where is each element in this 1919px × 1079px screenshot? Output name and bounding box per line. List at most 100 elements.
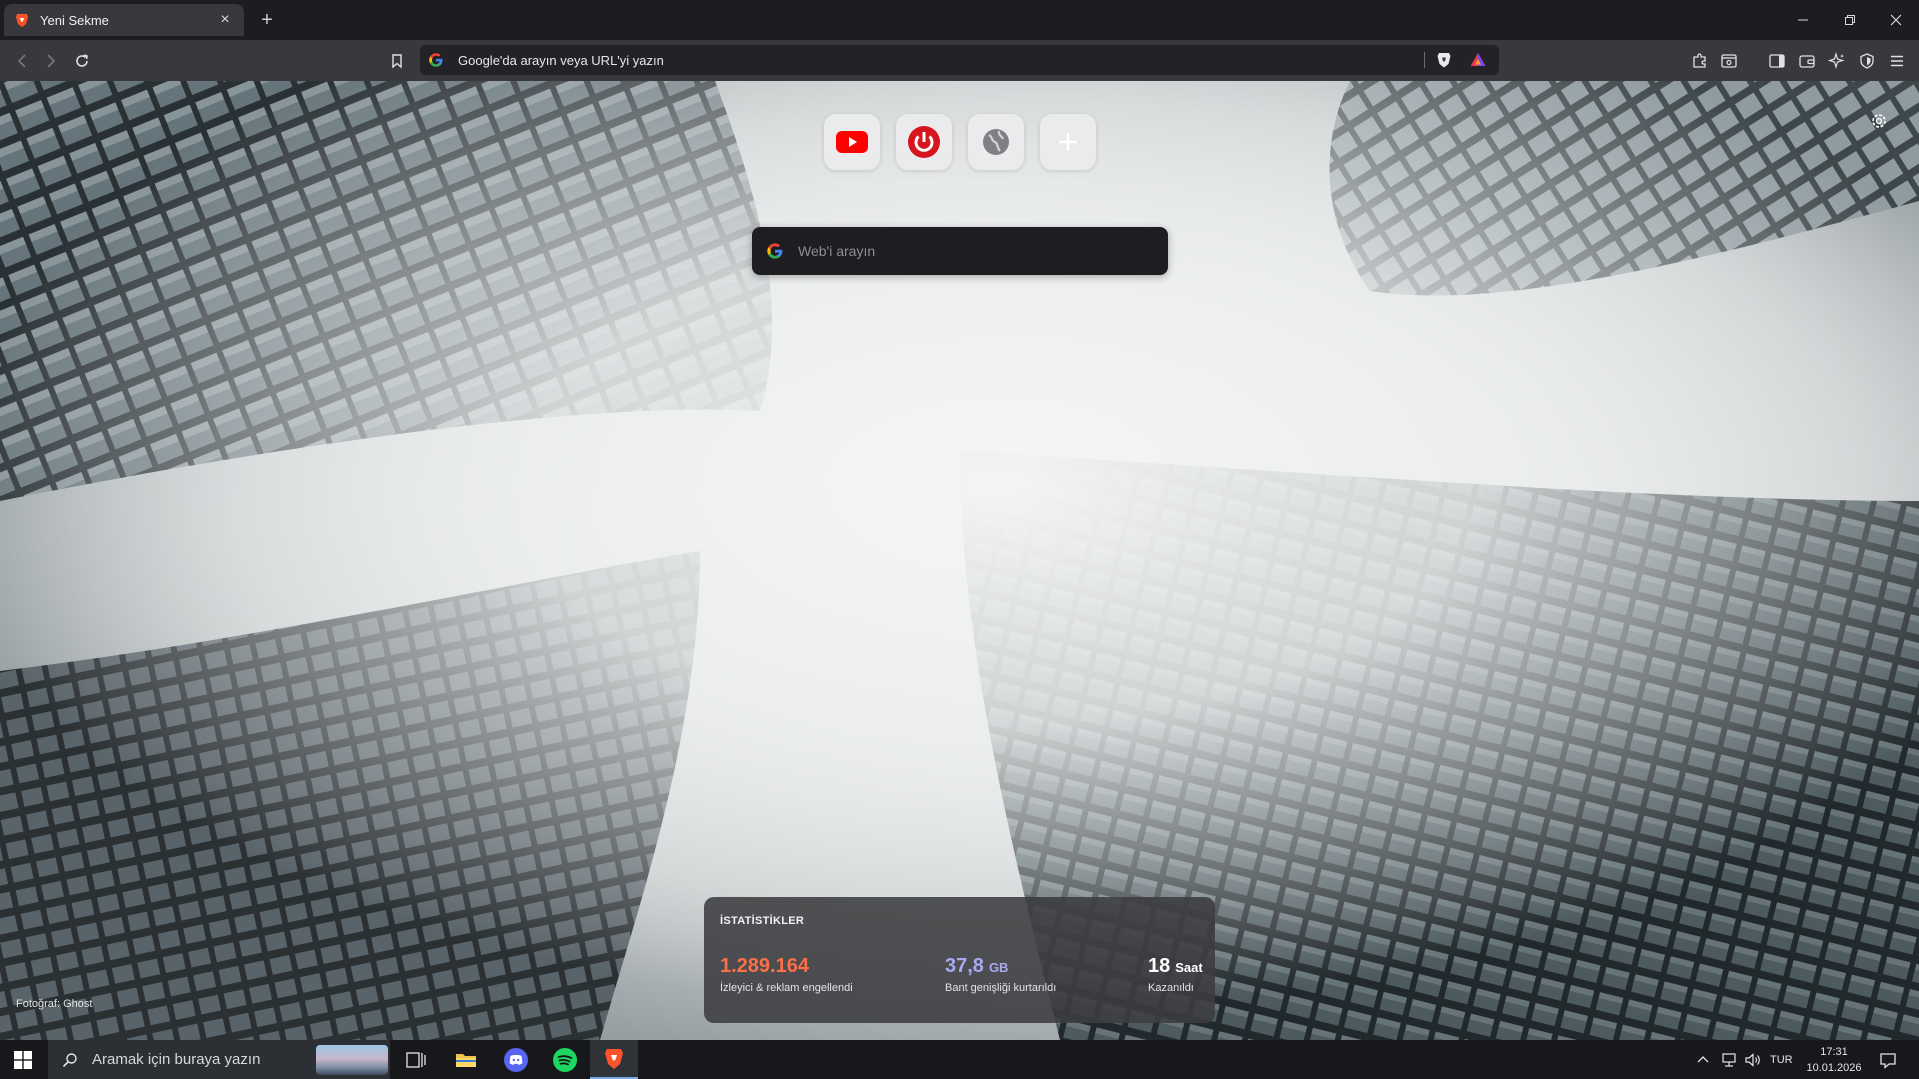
taskbar-search[interactable]: Aramak için buraya yazın — [48, 1040, 390, 1079]
forward-arrow-icon — [47, 54, 56, 68]
bookmark-button[interactable] — [384, 48, 410, 74]
windows-logo-icon — [14, 1050, 32, 1069]
folder-icon — [456, 1053, 476, 1067]
start-button[interactable] — [0, 1040, 46, 1079]
forward-button[interactable] — [38, 48, 64, 74]
sparkle-icon — [1828, 52, 1845, 70]
tab-title: Yeni Sekme — [40, 12, 109, 28]
notification-icon — [1880, 1052, 1896, 1069]
top-site-youtube[interactable]: Youtube — [823, 114, 881, 190]
menu-button[interactable] — [1884, 48, 1910, 74]
top-site-label: Technopat ... — [964, 178, 1028, 190]
task-view-button[interactable] — [392, 1040, 440, 1079]
stats-widget: İSTATİSTİKLER 1.289.164 İzleyici & rekla… — [704, 897, 1215, 1023]
taskbar-clock[interactable]: 17:31 10.01.2026 — [1796, 1044, 1872, 1076]
sidebar-icon — [1769, 54, 1785, 68]
notifications-button[interactable] — [1868, 1040, 1908, 1079]
discord-icon — [504, 1047, 528, 1072]
brave-shields-icon[interactable] — [1435, 51, 1453, 69]
hamburger-menu-icon — [1891, 55, 1903, 67]
stat-time-caption: Kazanıldı — [1148, 982, 1194, 994]
tab-strip: Yeni Sekme × + — [0, 0, 1919, 40]
chevron-up-icon[interactable] — [1696, 1053, 1710, 1067]
brave-lion-icon — [605, 1048, 623, 1069]
restore-icon — [1845, 15, 1855, 25]
top-site-label: Youtube — [832, 178, 872, 190]
top-site-tile[interactable] — [896, 114, 952, 170]
add-site-tile[interactable] — [1040, 114, 1096, 170]
language-indicator[interactable]: TUR — [1770, 1054, 1793, 1066]
clock-date: 10.01.2026 — [1806, 1062, 1862, 1074]
search-highlight-image — [316, 1044, 388, 1075]
wallet-icon — [1799, 55, 1815, 68]
taskbar-file-explorer[interactable] — [442, 1040, 490, 1079]
top-site-add[interactable]: Site ekle — [1039, 114, 1097, 190]
close-icon — [1890, 14, 1902, 26]
stat-blocked: 1.289.164 İzleyici & reklam engellendi — [720, 955, 853, 994]
taskbar-discord[interactable] — [492, 1040, 540, 1079]
brave-rewards-icon[interactable] — [1469, 51, 1487, 69]
address-bar[interactable]: Google'da arayın veya URL'yi yazın — [420, 45, 1499, 75]
vpn-button[interactable] — [1854, 48, 1880, 74]
top-sites: Youtube Donanım H... Technopat ... Site … — [823, 114, 1097, 190]
address-text: Google'da arayın veya URL'yi yazın — [458, 52, 664, 68]
top-site-technopat[interactable]: Technopat ... — [964, 114, 1028, 190]
new-tab-page: Youtube Donanım H... Technopat ... Site … — [0, 81, 1919, 1040]
minimize-icon — [1798, 19, 1808, 21]
photo-credit[interactable]: Fotoğraf: Ghost — [16, 998, 92, 1010]
volume-icon[interactable] — [1744, 1052, 1762, 1068]
stat-time-value: 18 — [1148, 955, 1171, 977]
windows-taskbar: Aramak için buraya yazın TUR 17:31 10.01… — [0, 1040, 1919, 1079]
clock-time: 17:31 — [1820, 1046, 1848, 1058]
stat-bandwidth-caption: Bant genişliği kurtarıldı — [945, 982, 1057, 994]
system-tray: TUR — [1696, 1040, 1794, 1079]
page-translate-button[interactable] — [1716, 48, 1742, 74]
browser-toolbar: Google'da arayın veya URL'yi yazın — [0, 40, 1919, 81]
search-placeholder: Web'i arayın — [798, 243, 876, 259]
window-search-icon — [1721, 54, 1737, 68]
stat-time-unit: Saat — [1175, 960, 1203, 975]
puzzle-icon — [1693, 53, 1706, 68]
plus-icon — [1059, 133, 1077, 151]
minimize-button[interactable] — [1780, 0, 1826, 40]
task-view-icon — [406, 1051, 426, 1068]
taskbar-spotify[interactable] — [541, 1040, 589, 1079]
stat-blocked-caption: İzleyici & reklam engellendi — [720, 982, 853, 994]
back-arrow-icon — [17, 54, 26, 68]
spotify-icon — [553, 1047, 577, 1072]
top-site-tile[interactable] — [968, 114, 1024, 170]
network-icon[interactable] — [1720, 1052, 1738, 1068]
youtube-icon — [836, 131, 868, 153]
stat-blocked-value: 1.289.164 — [720, 955, 809, 977]
close-tab-icon[interactable]: × — [216, 11, 234, 29]
settings-gear-icon[interactable] — [1869, 111, 1889, 131]
back-button[interactable] — [9, 48, 35, 74]
brave-lion-icon — [16, 14, 28, 27]
top-site-label: Site ekle — [1046, 178, 1090, 190]
restore-button[interactable] — [1827, 0, 1873, 40]
web-search-box[interactable]: Web'i arayın — [752, 227, 1168, 275]
top-site-tile[interactable] — [824, 114, 880, 170]
reload-button[interactable] — [69, 48, 95, 74]
new-tab-button[interactable]: + — [255, 8, 279, 32]
stats-heading: İSTATİSTİKLER — [720, 915, 805, 927]
extensions-button[interactable] — [1687, 48, 1713, 74]
sidebar-button[interactable] — [1764, 48, 1790, 74]
bookmark-icon — [392, 54, 402, 69]
taskbar-search-placeholder: Aramak için buraya yazın — [92, 1051, 261, 1068]
google-icon — [767, 243, 783, 259]
search-icon — [62, 1052, 77, 1067]
address-divider — [1424, 52, 1425, 68]
reload-icon — [76, 54, 88, 67]
vpn-shield-icon — [1860, 53, 1874, 69]
top-site-donanim-haber[interactable]: Donanım H... — [892, 114, 956, 190]
top-site-label: Donanım H... — [892, 178, 956, 190]
leo-ai-button[interactable] — [1824, 48, 1850, 74]
stat-bandwidth: 37,8 GB Bant genişliği kurtarıldı — [945, 955, 1056, 994]
stat-bandwidth-value: 37,8 — [945, 955, 984, 977]
taskbar-brave[interactable] — [590, 1040, 638, 1079]
wallet-button[interactable] — [1794, 48, 1820, 74]
close-button[interactable] — [1873, 0, 1919, 40]
tab-new-tab[interactable]: Yeni Sekme × — [4, 4, 244, 36]
stat-bandwidth-unit: GB — [988, 960, 1009, 975]
